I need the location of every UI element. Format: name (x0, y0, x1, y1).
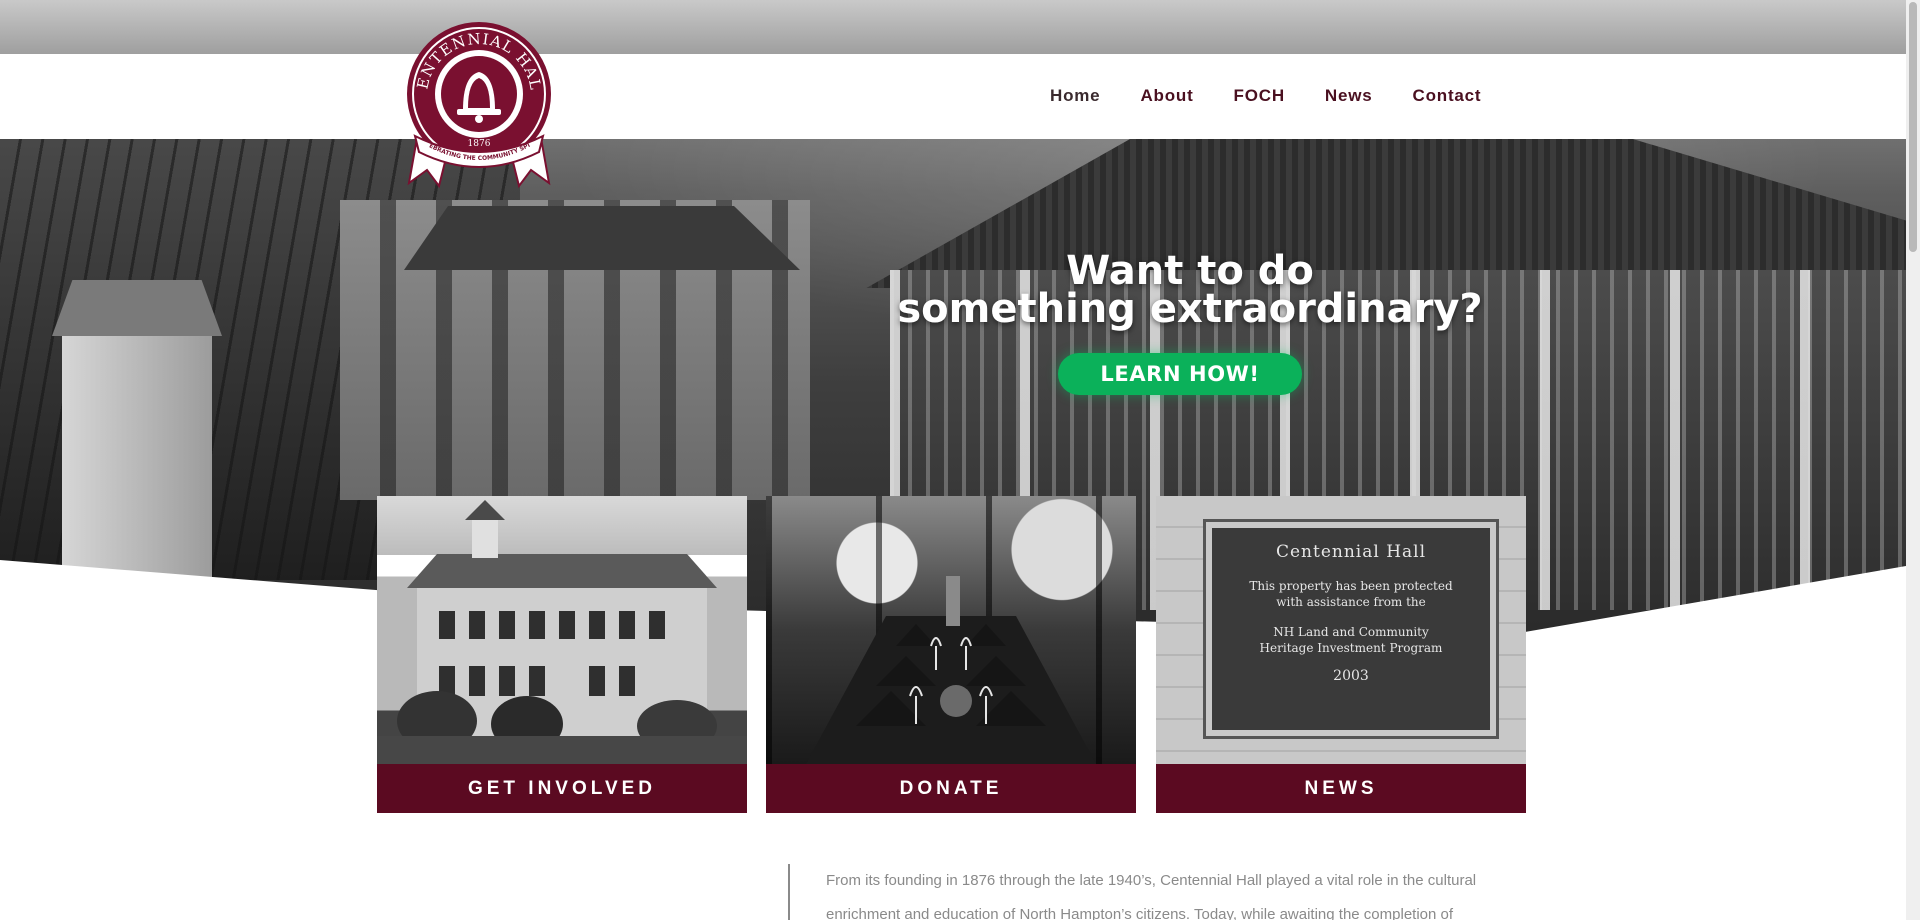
nav-about[interactable]: About (1120, 82, 1213, 110)
nav-news[interactable]: News (1305, 82, 1393, 110)
scrollbar-thumb[interactable] (1909, 2, 1917, 252)
intro-paragraph: From its founding in 1876 through the la… (788, 864, 1508, 920)
card-label-get-involved: GET INVOLVED (377, 764, 747, 813)
nav-contact[interactable]: Contact (1393, 82, 1502, 110)
page-scrollbar[interactable] (1906, 0, 1920, 920)
nav-home[interactable]: Home (1030, 82, 1120, 110)
centennial-hall-logo[interactable]: CENTENNIAL HALL 1876 CELEBRATING THE COM… (405, 18, 553, 190)
learn-how-button[interactable]: LEARN HOW! (1058, 353, 1302, 395)
plaque-title: Centennial Hall (1275, 542, 1427, 562)
site-header (0, 54, 1906, 139)
heritage-plaque: Centennial Hall This property has been p… (1203, 519, 1499, 739)
card-label-donate: DONATE (766, 764, 1136, 813)
card-get-involved[interactable]: GET INVOLVED (377, 496, 747, 813)
plaque-line-3: NH Land and Community (1273, 625, 1429, 639)
hero-sky (0, 0, 1906, 60)
plaque-line-4: Heritage Investment Program (1259, 641, 1443, 655)
dining-table-illustration (806, 576, 1096, 764)
plaque-year: 2003 (1333, 668, 1369, 684)
main-nav: Home About FOCH News Contact (1030, 82, 1501, 110)
plaque-line-1: This property has been protected (1249, 579, 1453, 593)
plaque-line-2: with assistance from the (1276, 595, 1426, 609)
hero-headline-line1: Want to do (1066, 248, 1314, 294)
card-news[interactable]: Centennial Hall This property has been p… (1156, 496, 1526, 813)
card-image-dining-table (766, 496, 1136, 764)
hero-headline: Want to do something extraordinary? (0, 248, 1920, 332)
nav-foch[interactable]: FOCH (1214, 82, 1305, 110)
card-label-news: NEWS (1156, 764, 1526, 813)
card-donate[interactable]: DONATE (766, 496, 1136, 813)
card-image-centennial-hall (377, 496, 747, 764)
plaque-gap (1212, 610, 1490, 624)
hero-post (62, 330, 212, 580)
logo-year: 1876 (468, 139, 491, 149)
card-image-plaque: Centennial Hall This property has been p… (1156, 496, 1526, 764)
hall-building-illustration (377, 500, 747, 764)
hero-headline-line2: something extraordinary? (897, 286, 1483, 332)
